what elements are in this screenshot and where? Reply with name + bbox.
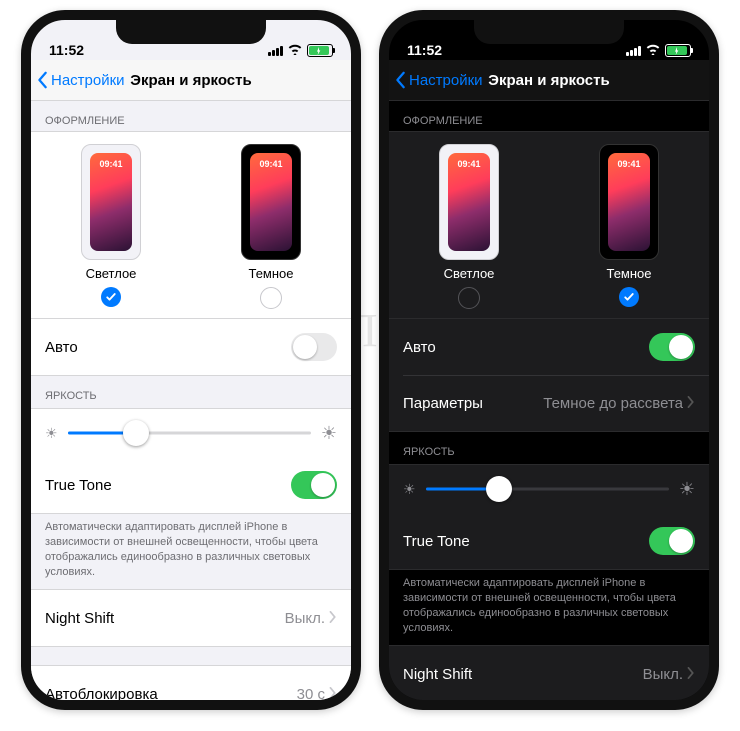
back-label: Настройки [51,72,125,89]
chevron-icon [329,610,337,627]
sun-large-icon: ☀︎ [679,479,695,500]
appearance-header: ОФОРМЛЕНИЕ [31,101,351,133]
night-shift-row[interactable]: Night Shift Выкл. [31,590,351,646]
night-shift-value: Выкл. [285,610,325,627]
true-tone-switch[interactable] [649,527,695,555]
true-tone-note: Автоматически адаптировать дисплей iPhon… [31,514,351,589]
night-shift-value: Выкл. [643,666,683,683]
appearance-thumb-light: 09:41 [81,144,141,260]
appearance-label-dark: Темное [606,266,651,281]
radio-light[interactable] [101,287,121,307]
auto-group: Авто Параметры Темное до рассвета [389,318,709,432]
options-row[interactable]: Параметры Темное до рассвета [389,375,709,431]
status-time: 11:52 [407,42,467,58]
back-button[interactable]: Настройки [37,71,125,89]
auto-lock-label: Автоблокировка [45,686,158,700]
appearance-option-light[interactable]: 09:41 Светлое [439,144,499,309]
radio-dark[interactable] [260,287,282,309]
nightshift-group: Night Shift Выкл. [389,645,709,700]
nav-bar: Настройки Экран и яркость [389,60,709,101]
chevron-icon [329,686,337,700]
signal-icon [268,46,283,56]
appearance-thumb-dark: 09:41 [241,144,301,260]
auto-lock-value: 30 с [297,686,325,700]
back-button[interactable]: Настройки [395,71,483,89]
battery-icon [665,44,691,57]
signal-icon [626,46,641,56]
auto-label: Авто [403,339,436,356]
brightness-row: ☀︎ ☀︎ [389,465,709,513]
true-tone-label: True Tone [403,533,470,550]
appearance-group: 09:41 Светлое 09:41 Темное [389,131,709,320]
radio-light[interactable] [458,287,480,309]
true-tone-note: Автоматически адаптировать дисплей iPhon… [389,570,709,645]
lock-group: Автоблокировка 30 с Поднятие для активац… [31,665,351,700]
night-shift-label: Night Shift [403,666,472,683]
status-bar: 11:52 [389,20,709,60]
phone-light: 11:52 Настройки Экран и яркость ОФОРМЛЕН… [21,10,361,710]
sun-large-icon: ☀︎ [321,423,337,444]
battery-icon [307,44,333,57]
appearance-option-dark[interactable]: 09:41 Темное [599,144,659,309]
appearance-header: ОФОРМЛЕНИЕ [389,101,709,133]
back-label: Настройки [409,72,483,89]
true-tone-switch[interactable] [291,471,337,499]
true-tone-label: True Tone [45,477,112,494]
brightness-row: ☀︎ ☀︎ [31,409,351,457]
night-shift-label: Night Shift [45,610,114,627]
options-label: Параметры [403,395,483,412]
brightness-header: ЯРКОСТЬ [31,376,351,408]
true-tone-row: True Tone [31,457,351,513]
sun-small-icon: ☀︎ [45,425,58,442]
appearance-label-light: Светлое [86,266,137,281]
auto-label: Авто [45,339,78,356]
appearance-option-dark[interactable]: 09:41 Темное [241,144,301,309]
auto-switch[interactable] [649,333,695,361]
auto-row: Авто [389,319,709,375]
chevron-icon [687,666,695,683]
night-shift-row[interactable]: Night Shift Выкл. [389,646,709,700]
appearance-thumb-dark: 09:41 [599,144,659,260]
appearance-group: 09:41 Светлое 09:41 Темное [31,131,351,320]
appearance-thumb-light: 09:41 [439,144,499,260]
phone-dark: 11:52 Настройки Экран и яркость ОФОРМЛЕН… [379,10,719,710]
auto-group: Авто [31,318,351,376]
wifi-icon [645,43,661,58]
appearance-label-dark: Темное [248,266,293,281]
radio-dark[interactable] [619,287,639,307]
options-value: Темное до рассвета [543,395,683,412]
brightness-group: ☀︎ ☀︎ True Tone [389,464,709,570]
brightness-header: ЯРКОСТЬ [389,432,709,464]
sun-small-icon: ☀︎ [403,481,416,498]
wifi-icon [287,43,303,58]
true-tone-row: True Tone [389,513,709,569]
status-bar: 11:52 [31,20,351,60]
brightness-slider[interactable] [426,475,669,503]
status-time: 11:52 [49,42,109,58]
appearance-label-light: Светлое [444,266,495,281]
chevron-icon [687,395,695,412]
appearance-option-light[interactable]: 09:41 Светлое [81,144,141,309]
brightness-slider[interactable] [68,419,311,447]
nav-bar: Настройки Экран и яркость [31,60,351,101]
auto-lock-row[interactable]: Автоблокировка 30 с [31,666,351,700]
brightness-group: ☀︎ ☀︎ True Tone [31,408,351,514]
auto-row: Авто [31,319,351,375]
nightshift-group: Night Shift Выкл. [31,589,351,647]
auto-switch[interactable] [291,333,337,361]
